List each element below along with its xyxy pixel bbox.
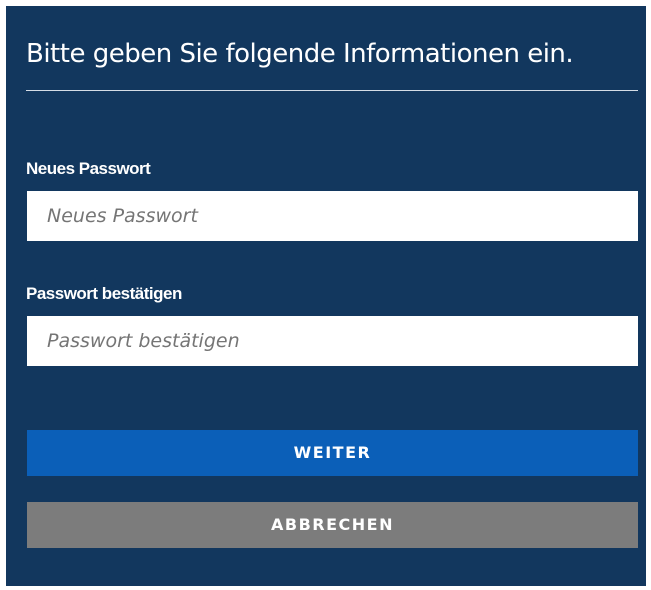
new-password-input[interactable] [27,191,638,241]
confirm-password-input[interactable] [27,316,638,366]
cancel-button[interactable]: ABBRECHEN [27,502,638,548]
title-divider [26,90,638,91]
confirm-password-label: Passwort bestätigen [26,284,182,303]
password-form-panel: Bitte geben Sie folgende Informationen e… [6,6,646,586]
form-title: Bitte geben Sie folgende Informationen e… [26,39,574,69]
continue-button[interactable]: WEITER [27,430,638,476]
new-password-label: Neues Passwort [26,159,151,178]
